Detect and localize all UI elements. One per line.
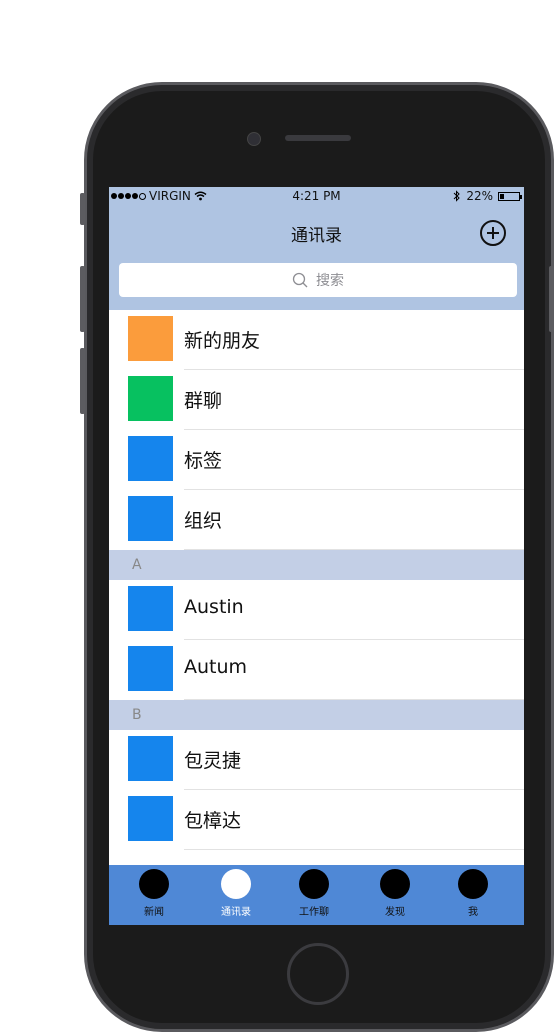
avatar (128, 316, 173, 361)
tab-bar: 新闻 通讯录 工作聊 发现 我 (109, 865, 524, 925)
contact-row[interactable]: 包灵捷 (109, 730, 524, 790)
avatar (128, 646, 173, 691)
section-letter: B (132, 707, 142, 723)
tab-item[interactable]: 发现 (365, 869, 425, 918)
list-item-label: Autum (184, 656, 248, 678)
section-letter: A (132, 557, 142, 573)
nav-bar: 通讯录 搜索 (109, 205, 524, 310)
mute-switch[interactable] (80, 193, 85, 225)
tab-label: 发现 (385, 907, 405, 918)
avatar (128, 586, 173, 631)
list-item-label: Austin (184, 596, 244, 618)
list-item[interactable]: 标签 (109, 430, 524, 490)
list-item[interactable]: 群聊 (109, 370, 524, 430)
tab-icon (299, 869, 329, 899)
camera-icon (247, 132, 261, 146)
tab-label: 通讯录 (221, 907, 251, 918)
list-item[interactable]: 组织 (109, 490, 524, 550)
tab-item[interactable]: 我 (443, 869, 503, 918)
status-bar: VIRGIN 4:21 PM 22% (109, 187, 524, 205)
tab-item[interactable]: 工作聊 (284, 869, 344, 918)
list-item-label: 组织 (184, 510, 223, 532)
tab-label: 我 (468, 907, 478, 918)
tab-item[interactable]: 新闻 (124, 869, 184, 918)
battery-percent: 22% (466, 189, 493, 203)
contact-row[interactable]: 包樟达 (109, 790, 524, 850)
power-button[interactable] (549, 266, 554, 332)
tab-icon (139, 869, 169, 899)
contact-row[interactable]: Austin (109, 580, 524, 640)
list-item[interactable]: 新的朋友 (109, 310, 524, 370)
section-header: A (109, 550, 524, 580)
screen: VIRGIN 4:21 PM 22% 通讯录 搜索 新的朋友 群聊 标签 组织 … (109, 187, 524, 925)
list-item-label: 标签 (184, 450, 223, 472)
tab-label: 新闻 (144, 907, 164, 918)
section-header: B (109, 700, 524, 730)
search-icon (292, 272, 308, 288)
speaker-grille (285, 135, 351, 141)
list-item-label: 群聊 (184, 390, 223, 412)
list-item-label: 新的朋友 (184, 330, 261, 352)
contact-list: 新的朋友群聊标签组织 A Austin Autum B 包灵捷包樟达 (109, 310, 524, 850)
battery-icon (498, 191, 522, 201)
avatar (128, 736, 173, 781)
tab-icon (458, 869, 488, 899)
search-input[interactable]: 搜索 (119, 263, 517, 297)
avatar (128, 376, 173, 421)
avatar (128, 796, 173, 841)
page-title: 通讯录 (291, 226, 342, 246)
bluetooth-icon (453, 190, 461, 202)
row-divider (184, 849, 524, 850)
volume-up-button[interactable] (80, 266, 85, 332)
contact-row[interactable]: Autum (109, 640, 524, 700)
tab-label: 工作聊 (299, 907, 329, 918)
search-placeholder: 搜索 (316, 273, 344, 289)
avatar (128, 436, 173, 481)
list-item-label: 包樟达 (184, 810, 242, 832)
list-item-label: 包灵捷 (184, 750, 242, 772)
tab-icon (221, 869, 251, 899)
plus-circle-icon[interactable] (480, 220, 506, 246)
tab-item[interactable]: 通讯录 (206, 869, 266, 918)
home-button[interactable] (287, 943, 349, 1005)
avatar (128, 496, 173, 541)
volume-down-button[interactable] (80, 348, 85, 414)
tab-icon (380, 869, 410, 899)
